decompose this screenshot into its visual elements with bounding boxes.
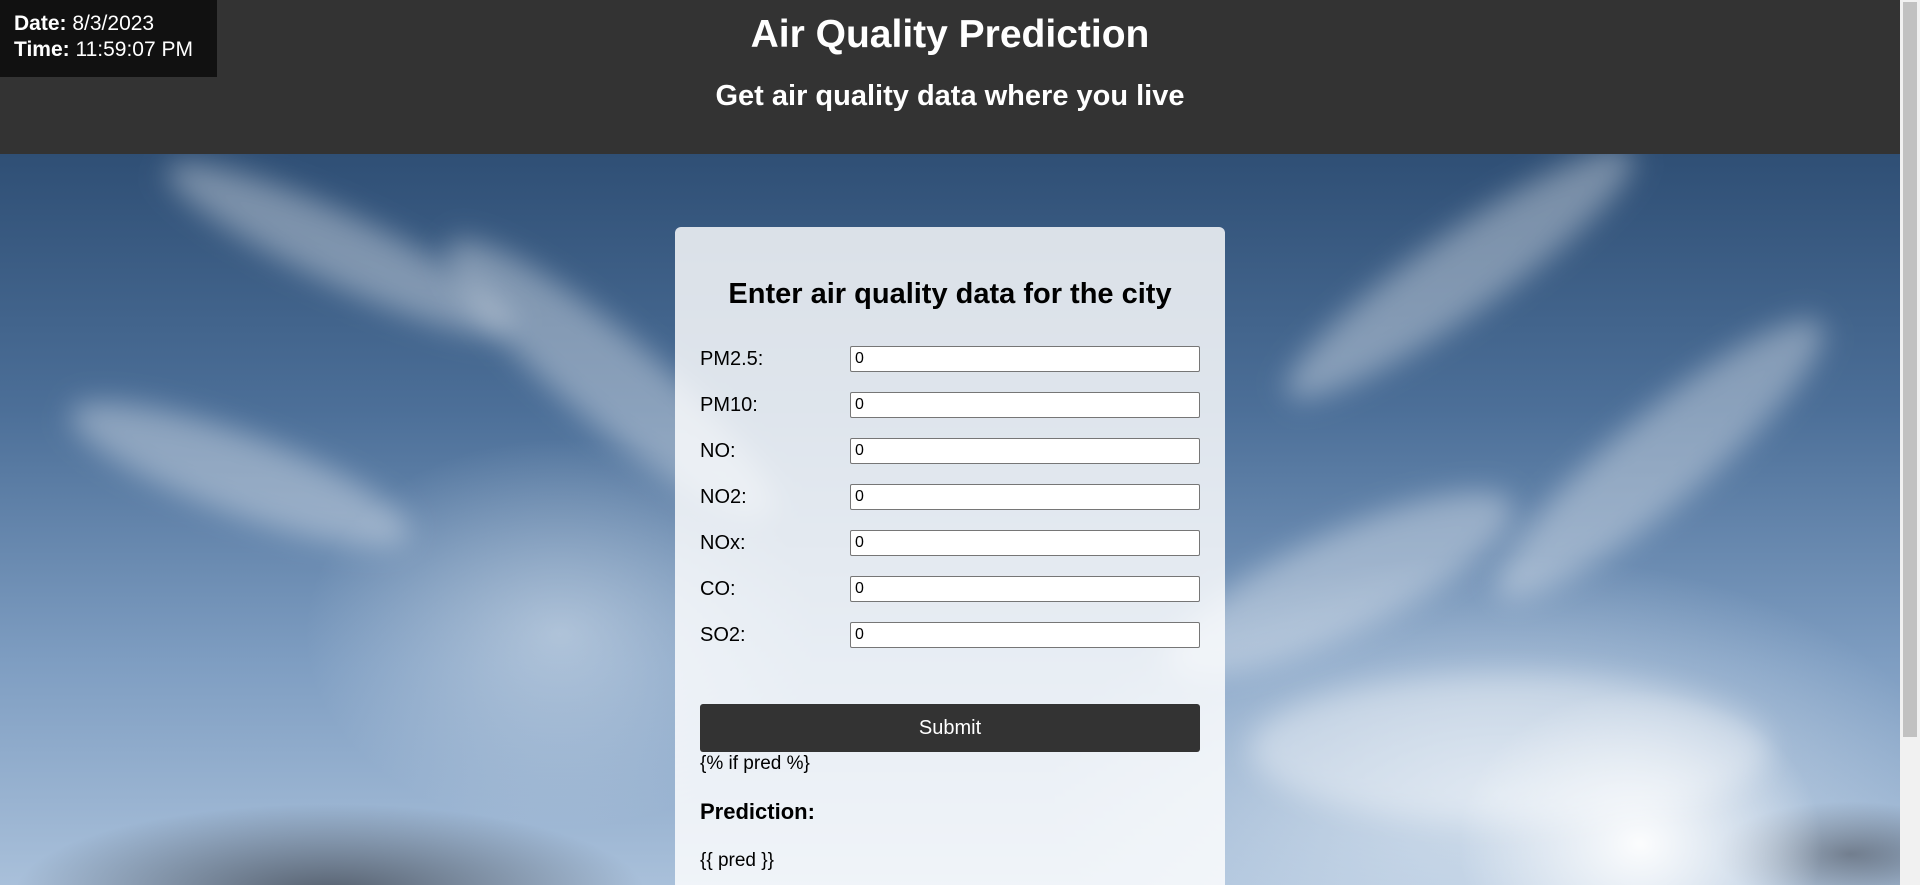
air-quality-form-card: Enter air quality data for the city PM2.… bbox=[675, 227, 1225, 885]
field-label-pm10: PM10: bbox=[700, 394, 758, 416]
datetime-box: Date: 8/3/2023 Time: 11:59:07 PM bbox=[0, 0, 217, 77]
cloud-wisp bbox=[1265, 154, 1655, 428]
field-label-pm25: PM2.5: bbox=[700, 348, 764, 370]
field-label-no: NO: bbox=[700, 440, 736, 462]
field-row-nox: NOx: bbox=[700, 530, 1200, 556]
field-row-pm10: PM10: bbox=[700, 392, 1200, 418]
no2-input[interactable] bbox=[850, 484, 1200, 510]
cloud-wisp bbox=[1250, 674, 1770, 824]
field-label-so2: SO2: bbox=[700, 624, 746, 646]
field-row-no: NO: bbox=[700, 438, 1200, 464]
cloud-wisp bbox=[57, 374, 423, 574]
no-input[interactable] bbox=[850, 438, 1200, 464]
field-row-co: CO: bbox=[700, 576, 1200, 602]
date-label: Date: bbox=[14, 12, 67, 35]
date-value: 8/3/2023 bbox=[72, 12, 155, 35]
cloud-wisp bbox=[1470, 289, 1850, 629]
field-label-nox: NOx: bbox=[700, 532, 746, 554]
prediction-heading: Prediction: bbox=[700, 799, 815, 824]
so2-input[interactable] bbox=[850, 622, 1200, 648]
pm25-input[interactable] bbox=[850, 346, 1200, 372]
field-row-pm25: PM2.5: bbox=[700, 346, 1200, 372]
co-input[interactable] bbox=[850, 576, 1200, 602]
field-label-no2: NO2: bbox=[700, 486, 747, 508]
field-row-so2: SO2: bbox=[700, 622, 1200, 648]
pm10-input[interactable] bbox=[850, 392, 1200, 418]
vertical-scrollbar[interactable] bbox=[1900, 0, 1920, 885]
submit-button[interactable]: Submit bbox=[700, 704, 1200, 752]
nox-input[interactable] bbox=[850, 530, 1200, 556]
page-title: Air Quality Prediction bbox=[750, 13, 1150, 56]
time-line: Time: 11:59:07 PM bbox=[14, 37, 217, 63]
page-subtitle: Get air quality data where you live bbox=[715, 80, 1185, 112]
prediction-value: {{ pred }} bbox=[700, 850, 774, 871]
date-line: Date: 8/3/2023 bbox=[14, 11, 217, 37]
scrollbar-thumb[interactable] bbox=[1903, 2, 1917, 737]
field-label-co: CO: bbox=[700, 578, 736, 600]
time-label: Time: bbox=[14, 38, 70, 61]
if-pred-template-text: {% if pred %} bbox=[700, 753, 810, 774]
page-header: Air Quality Prediction Get air quality d… bbox=[0, 0, 1900, 154]
field-row-no2: NO2: bbox=[700, 484, 1200, 510]
time-value: 11:59:07 PM bbox=[75, 38, 194, 61]
form-heading: Enter air quality data for the city bbox=[728, 278, 1172, 310]
